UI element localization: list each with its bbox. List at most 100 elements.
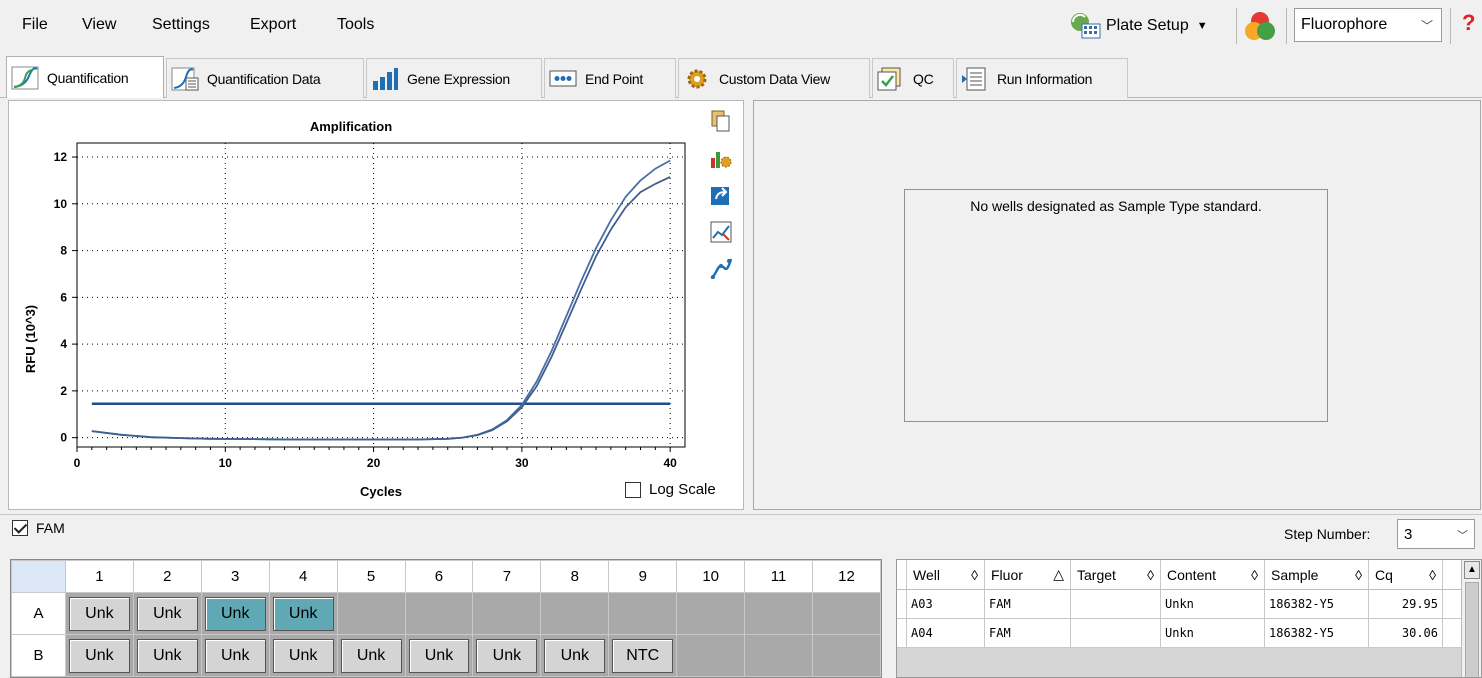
scroll-thumb[interactable] [1465,582,1479,677]
chart-title: Amplification [310,119,392,134]
plate-column-header[interactable]: 2 [132,560,202,593]
tab-gene-expression[interactable]: Gene Expression [366,58,542,98]
column-header-fluor[interactable]: Fluor △ [985,560,1071,589]
plate-well-cell[interactable] [540,592,610,635]
plate-well-cell[interactable] [336,592,406,635]
fam-checkbox[interactable]: FAM [12,520,65,536]
plate-well[interactable]: Unk [544,638,606,673]
tab-quantification-data[interactable]: Quantification Data [166,58,364,98]
plate-column-header[interactable]: 9 [608,560,678,593]
plate-well[interactable]: Unk [204,596,266,631]
row-header-spacer [897,619,907,647]
panel-divider [0,514,1482,515]
tab-custom-data-view[interactable]: Custom Data View [678,58,870,98]
plate-well-cell[interactable]: Unk [64,634,134,677]
plate-column-header[interactable]: 7 [472,560,542,593]
x-tick-label: 0 [74,456,81,470]
menu-view[interactable]: View [82,16,116,34]
amplification-chart[interactable]: Amplification Cycles RFU (10^3) 0 10 20 30 4… [9,101,709,509]
plate-well-cell[interactable] [811,592,881,635]
plate-well[interactable]: Unk [136,596,198,631]
plate-well-cell[interactable]: Unk [268,592,338,635]
plate-column-header[interactable]: 11 [744,560,813,593]
plate-well-cell[interactable] [744,592,813,635]
dropdown-arrow-icon: ▼ [1196,20,1208,32]
plate-well[interactable]: Unk [68,596,130,631]
column-header-content[interactable]: Content ◊ [1161,560,1265,589]
plate-well-cell[interactable]: Unk [336,634,406,677]
vertical-scrollbar[interactable]: ▲ [1461,560,1481,677]
plate-row-header[interactable]: B [11,634,66,677]
fluorophore-color-icon[interactable] [1243,10,1277,42]
plate-well-cell[interactable]: Unk [472,634,542,677]
export-icon[interactable] [709,183,733,207]
plate-well-cell[interactable] [404,592,474,635]
column-header-sample[interactable]: Sample ◊ [1265,560,1369,589]
plate-well-cell[interactable] [472,592,542,635]
plate-well-cell[interactable]: Unk [132,634,202,677]
plate-column-header[interactable]: 10 [676,560,746,593]
plate-column-header[interactable]: 4 [268,560,338,593]
step-number-select[interactable]: 3 ﹀ [1397,519,1475,549]
plate-well[interactable]: Unk [204,638,266,673]
plate-well[interactable]: Unk [476,638,538,673]
scroll-up-icon[interactable]: ▲ [1464,561,1480,579]
plate-well[interactable]: Unk [136,638,198,673]
tab-run-information[interactable]: Run Information [956,58,1128,98]
y-tick-label: 12 [54,150,68,164]
plate-corner[interactable] [11,560,66,593]
plate-setup-icon [1071,13,1101,39]
plate-well-cell[interactable]: NTC [608,634,678,677]
fluorophore-select[interactable]: Fluorophore ﹀ [1294,8,1442,42]
help-icon[interactable]: ? [1462,10,1475,36]
tab-qc[interactable]: QC [872,58,954,98]
column-header-cq[interactable]: Cq ◊ [1369,560,1443,589]
table-cell [1071,619,1161,647]
menu-export[interactable]: Export [250,16,296,34]
plate-well-cell[interactable]: Unk [404,634,474,677]
plate-well[interactable]: NTC [612,638,674,673]
tab-end-point[interactable]: End Point [544,58,676,98]
plate-well-cell[interactable] [676,592,746,635]
plate-well-cell[interactable]: Unk [200,634,270,677]
plate-well-cell[interactable] [608,592,678,635]
tab-quantification[interactable]: Quantification [6,56,164,98]
column-header-target[interactable]: Target ◊ [1071,560,1161,589]
menu-tools[interactable]: Tools [337,16,374,34]
plate-column-header[interactable]: 5 [336,560,406,593]
copy-icon[interactable] [709,109,733,133]
plate-well[interactable]: Unk [408,638,470,673]
x-tick-label: 40 [663,456,677,470]
table-row[interactable]: A03 FAM Unkn 186382-Y5 29.95 [897,590,1481,619]
plate-well[interactable]: Unk [272,596,334,631]
plate-well[interactable]: Unk [340,638,402,673]
table-cell: FAM [985,619,1071,647]
menu-file[interactable]: File [22,16,48,34]
plate-column-header[interactable]: 3 [200,560,270,593]
plate-well-cell[interactable] [676,634,746,677]
plate-column-header[interactable]: 1 [64,560,134,593]
curve-fit-icon[interactable] [709,257,733,281]
plate-well-cell[interactable] [811,634,881,677]
zoom-chart-icon[interactable] [709,220,733,244]
table-row[interactable]: A04 FAM Unkn 186382-Y5 30.06 [897,619,1481,648]
plate-well-cell[interactable]: Unk [132,592,202,635]
plate-well-cell[interactable]: Unk [200,592,270,635]
plate-column-header[interactable]: 12 [811,560,881,593]
plate-column-header[interactable]: 8 [540,560,610,593]
plate-well-cell[interactable] [744,634,813,677]
plate-column-header[interactable]: 6 [404,560,474,593]
log-scale-checkbox[interactable]: Log Scale [625,481,716,498]
plate-well-cell[interactable]: Unk [64,592,134,635]
plate-well[interactable]: Unk [272,638,334,673]
checkbox-box[interactable] [625,481,641,498]
plate-well-cell[interactable]: Unk [268,634,338,677]
menu-settings[interactable]: Settings [152,16,210,34]
plate-well-cell[interactable]: Unk [540,634,610,677]
column-header-well[interactable]: Well ◊ [907,560,985,589]
chart-settings-icon[interactable] [709,146,733,170]
checkbox-checked[interactable] [12,520,28,536]
plate-row-header[interactable]: A [11,592,66,635]
plate-setup-button[interactable]: Plate Setup ▼ [1068,8,1208,44]
plate-well[interactable]: Unk [68,638,130,673]
